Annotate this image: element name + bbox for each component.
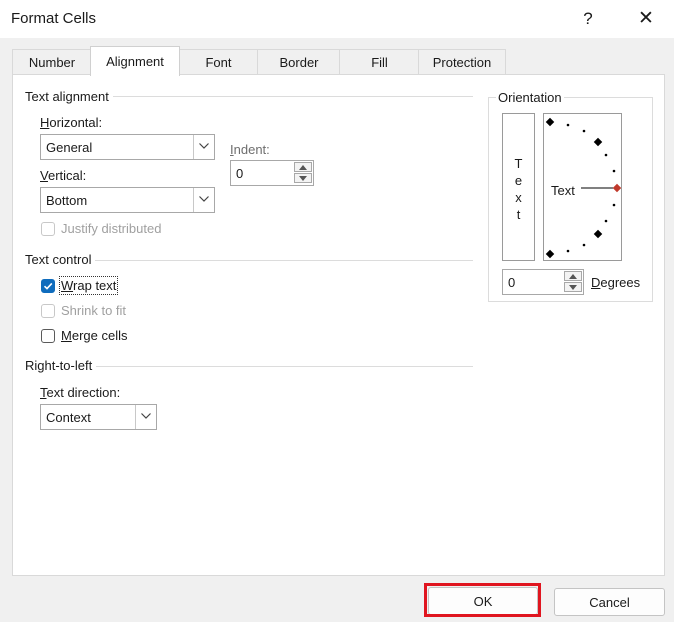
merge-cells-label: Merge cells [61, 328, 128, 343]
orientation-group: Orientation T e x t Text 0 Degrees [488, 90, 653, 302]
vertical-text-letter: e [514, 173, 523, 188]
tab-border[interactable]: Border [257, 49, 341, 75]
vertical-text-letter: T [514, 156, 523, 171]
chevron-down-icon[interactable] [193, 135, 214, 159]
vertical-text-letter: t [516, 207, 521, 222]
vertical-label: Vertical: [40, 168, 87, 183]
degrees-label: Degrees [591, 275, 641, 290]
cancel-button[interactable]: Cancel [554, 588, 665, 616]
vertical-value: Bottom [46, 193, 88, 208]
alignment-panel: Text alignment Horizontal: General Inden… [12, 74, 665, 576]
orientation-title: Orientation [496, 90, 564, 105]
dialog-title: Format Cells [11, 10, 97, 27]
degrees-spinner[interactable]: 0 [502, 269, 584, 295]
help-icon[interactable]: ? [574, 6, 602, 32]
orientation-dial[interactable]: Text [543, 113, 622, 261]
wrap-text-label: Wrap text [58, 276, 119, 295]
vertical-combo[interactable]: Bottom [40, 187, 215, 213]
indent-label: Indent: [230, 142, 270, 157]
shrink-to-fit-checkbox[interactable]: Shrink to fit [41, 303, 161, 321]
indent-spinner[interactable]: 0 [230, 160, 314, 186]
text-direction-label: Text direction: [40, 385, 121, 400]
horizontal-value: General [46, 140, 93, 155]
spin-up-icon[interactable] [294, 162, 312, 172]
text-direction-combo[interactable]: Context [40, 404, 157, 430]
spin-down-icon[interactable] [564, 282, 582, 292]
title-bar: Format Cells ? ✕ [0, 0, 674, 38]
text-alignment-title: Text alignment [25, 89, 113, 104]
chevron-down-icon[interactable] [135, 405, 156, 429]
indent-value: 0 [236, 166, 244, 181]
tab-number[interactable]: Number [12, 49, 92, 75]
tab-alignment[interactable]: Alignment [90, 46, 180, 76]
chevron-down-icon[interactable] [193, 188, 214, 212]
wrap-text-checkbox[interactable]: Wrap text [41, 276, 161, 296]
ok-highlight-box [424, 583, 541, 617]
justify-distributed-checkbox[interactable]: Justify distributed [41, 221, 201, 239]
dial-text: Text [551, 183, 575, 198]
merge-cells-checkbox[interactable]: Merge cells [41, 328, 161, 346]
close-icon[interactable]: ✕ [632, 6, 660, 32]
text-direction-value: Context [46, 410, 91, 425]
spin-up-icon[interactable] [564, 271, 582, 281]
degrees-value: 0 [508, 275, 516, 290]
right-to-left-title: Right-to-left [25, 358, 97, 373]
justify-distributed-label: Justify distributed [61, 221, 162, 236]
tab-fill[interactable]: Fill [339, 49, 420, 75]
vertical-text-letter: x [515, 190, 522, 205]
spin-down-icon[interactable] [294, 173, 312, 183]
vertical-text-toggle[interactable]: T e x t [502, 113, 535, 261]
tab-protection[interactable]: Protection [418, 49, 506, 75]
horizontal-combo[interactable]: General [40, 134, 215, 160]
horizontal-label: Horizontal: [40, 115, 103, 130]
shrink-to-fit-label: Shrink to fit [61, 303, 127, 318]
tab-font[interactable]: Font [178, 49, 259, 75]
text-control-title: Text control [25, 252, 96, 267]
